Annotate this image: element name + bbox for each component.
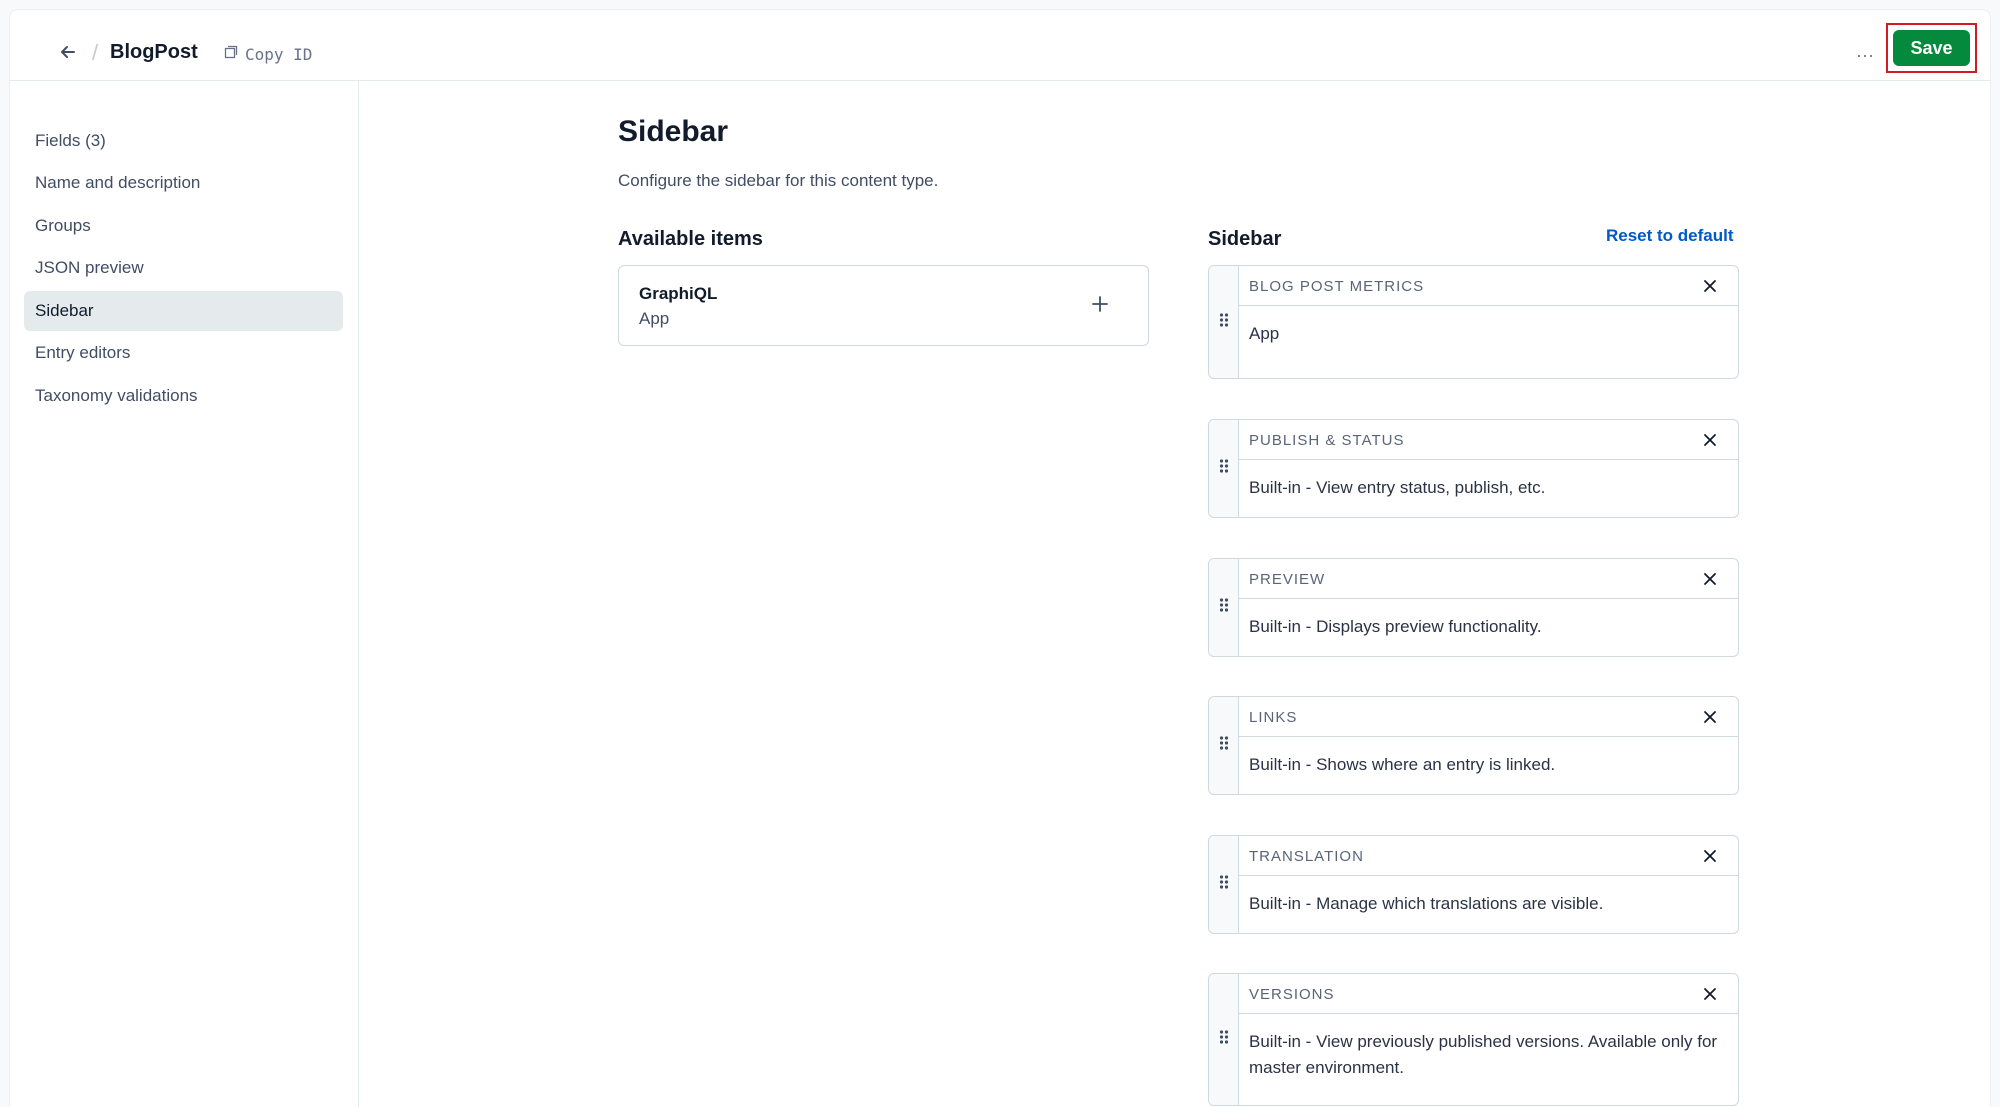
sidebar-item-label: TRANSLATION [1249,848,1364,865]
plus-icon [1091,295,1109,318]
nav-item-name-and-description[interactable]: Name and description [24,163,343,203]
sidebar-item-card: LINKS Built-in - Shows where an entry is… [1208,696,1739,795]
more-actions-button[interactable]: ··· [1845,40,1885,70]
available-item-type: App [639,309,670,328]
nav-item-json-preview[interactable]: JSON preview [24,248,343,288]
page-title: Sidebar [618,115,729,148]
sidebar-item-header: TRANSLATION [1239,836,1738,876]
drag-handle-icon [1219,458,1229,479]
remove-item-button[interactable] [1698,274,1722,298]
sidebar-item-label: LINKS [1249,709,1298,726]
sidebar-item-label: PREVIEW [1249,571,1326,588]
sidebar-item-header: VERSIONS [1239,974,1738,1014]
close-icon [1704,573,1716,585]
sidebar-item-header: PREVIEW [1239,559,1738,599]
sidebar-item-description: Built-in - Manage which translations are… [1249,894,1604,913]
back-button[interactable] [46,32,90,76]
sidebar-item-label: VERSIONS [1249,986,1335,1003]
available-items-heading: Available items [618,228,763,250]
sidebar-item-label: BLOG POST METRICS [1249,278,1425,295]
drag-handle-icon [1219,1029,1229,1050]
sidebar-item-card: TRANSLATION Built-in - Manage which tran… [1208,835,1739,934]
drag-handle-icon [1219,735,1229,756]
remove-item-button[interactable] [1698,844,1722,868]
close-icon [1704,434,1716,446]
drag-handle-icon [1219,312,1229,333]
copy-id-label: Copy ID [245,44,313,64]
sidebar-item-label: PUBLISH & STATUS [1249,432,1405,449]
settings-nav: Fields (3) Name and description Groups J… [10,81,359,1107]
nav-item-fields[interactable]: Fields (3) [24,121,343,161]
drag-handle[interactable] [1209,697,1239,794]
remove-item-button[interactable] [1698,982,1722,1006]
sidebar-item-card: PUBLISH & STATUS Built-in - View entry s… [1208,419,1739,518]
available-item-card: GraphiQL App [618,265,1149,346]
sidebar-item-description: Built-in - View previously published ver… [1249,1032,1718,1077]
drag-handle[interactable] [1209,266,1239,378]
drag-handle[interactable] [1209,420,1239,517]
nav-item-groups[interactable]: Groups [24,206,343,246]
sidebar-heading: Sidebar [1208,228,1282,250]
drag-handle-icon [1219,597,1229,618]
sidebar-item-header: BLOG POST METRICS [1239,266,1738,306]
close-icon [1704,280,1716,292]
nav-item-entry-editors[interactable]: Entry editors [24,333,343,373]
drag-handle[interactable] [1209,559,1239,656]
save-highlight-box: Save [1886,23,1977,73]
page-description: Configure the sidebar for this content t… [618,171,939,190]
sidebar-item-card: BLOG POST METRICS App [1208,265,1739,379]
breadcrumb-separator: / [92,40,99,65]
sidebar-item-description: Built-in - Shows where an entry is linke… [1249,755,1556,774]
sidebar-item-card: VERSIONS Built-in - View previously publ… [1208,973,1739,1106]
drag-handle[interactable] [1209,974,1239,1105]
sidebar-item-header: PUBLISH & STATUS [1239,420,1738,460]
copy-icon [223,44,239,64]
copy-id-button[interactable]: Copy ID [223,42,312,66]
nav-item-sidebar[interactable]: Sidebar [24,291,343,331]
remove-item-button[interactable] [1698,705,1722,729]
remove-item-button[interactable] [1698,567,1722,591]
available-item-name: GraphiQL [639,284,718,303]
nav-item-taxonomy-validations[interactable]: Taxonomy validations [24,376,343,416]
sidebar-item-description: Built-in - View entry status, publish, e… [1249,478,1546,497]
add-item-button[interactable] [1084,290,1116,322]
sidebar-item-description: Built-in - Displays preview functionalit… [1249,617,1542,636]
close-icon [1704,850,1716,862]
drag-handle-icon [1219,874,1229,895]
content-type-editor: / BlogPost Copy ID ··· Save Fields (3) N… [10,10,1990,1107]
sidebar-item-card: PREVIEW Built-in - Displays preview func… [1208,558,1739,657]
drag-handle[interactable] [1209,836,1239,933]
close-icon [1704,711,1716,723]
remove-item-button[interactable] [1698,428,1722,452]
top-bar: / BlogPost Copy ID ··· Save [10,10,1990,81]
more-icon: ··· [1856,44,1874,65]
save-button[interactable]: Save [1893,30,1970,66]
arrow-left-icon [58,42,78,67]
sidebar-item-description: App [1249,324,1280,343]
reset-to-default-link[interactable]: Reset to default [1606,226,1734,246]
close-icon [1704,988,1716,1000]
content-type-title: BlogPost [110,41,198,63]
sidebar-item-header: LINKS [1239,697,1738,737]
